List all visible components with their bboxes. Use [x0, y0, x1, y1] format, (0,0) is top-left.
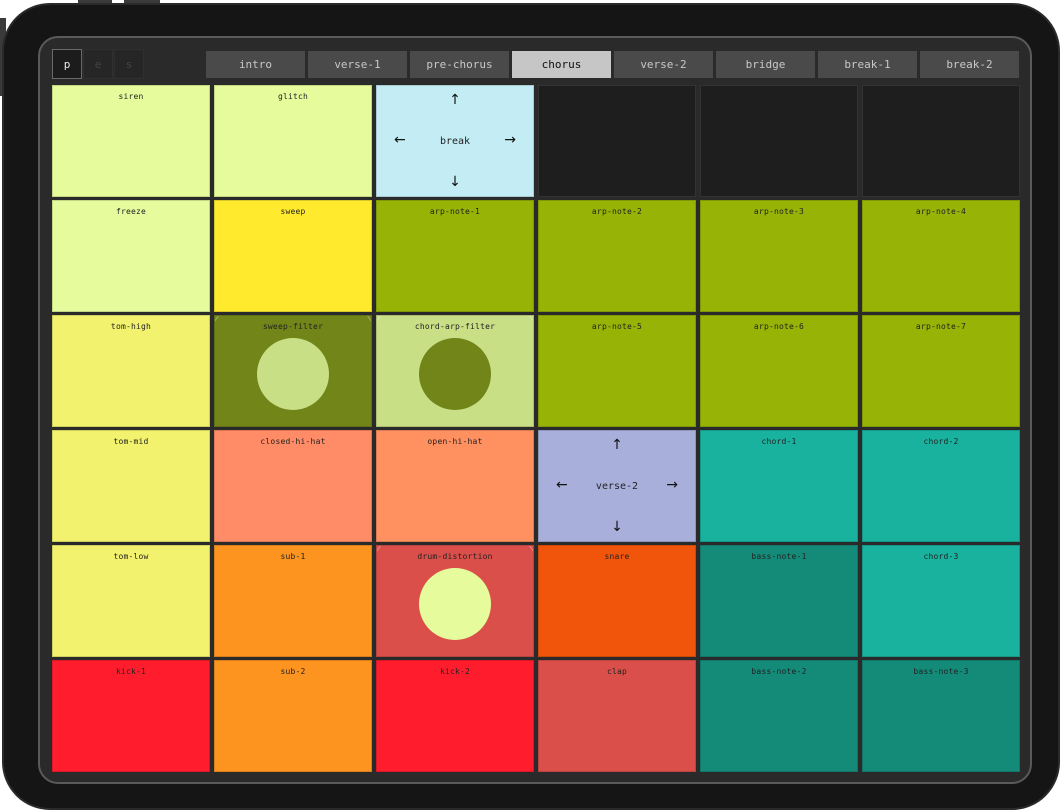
pad-arp-note-5[interactable]: arp-note-5: [538, 315, 696, 427]
pad-arp-note-2[interactable]: arp-note-2: [538, 200, 696, 312]
pad-label: sub-2: [280, 667, 306, 676]
scene-tab-verse-1[interactable]: verse-1: [308, 51, 407, 78]
pad-kick-2[interactable]: kick-2: [376, 660, 534, 772]
scene-tab-verse-2[interactable]: verse-2: [614, 51, 713, 78]
pad-snare[interactable]: snare: [538, 545, 696, 657]
scene-tab-break-2[interactable]: break-2: [920, 51, 1019, 78]
pad-label: kick-1: [115, 667, 147, 676]
pad-sub-2[interactable]: sub-2: [214, 660, 372, 772]
scene-tab-chorus[interactable]: chorus: [512, 51, 611, 78]
pad-chord-3[interactable]: chord-3: [862, 545, 1020, 657]
arrow-up-icon[interactable]: ↑: [539, 437, 695, 453]
pad-verse-2[interactable]: ↑ ↓ ← → verse-2: [538, 430, 696, 542]
pad-label: arp-note-6: [753, 322, 805, 331]
pad-label: arp-note-4: [915, 207, 967, 216]
knob-handle[interactable]: [419, 568, 491, 640]
pad-label: kick-2: [439, 667, 471, 676]
arrow-up-icon[interactable]: ↑: [377, 92, 533, 108]
pad-label: chord-2: [923, 437, 959, 446]
mode-selector: p e s: [52, 49, 145, 79]
pad-label: sweep: [280, 207, 306, 216]
pad-sweep-filter[interactable]: sweep-filter: [214, 315, 372, 427]
pad-bass-note-3[interactable]: bass-note-3: [862, 660, 1020, 772]
pad-arp-note-6[interactable]: arp-note-6: [700, 315, 858, 427]
pad-tom-low[interactable]: tom-low: [52, 545, 210, 657]
arrow-down-icon[interactable]: ↓: [539, 519, 695, 535]
pad-label: drum-distortion: [417, 552, 493, 561]
pad-label: chord-3: [923, 552, 959, 561]
pad-label: sweep-filter: [262, 322, 324, 331]
pad-label: arp-note-3: [753, 207, 805, 216]
pad-label: glitch: [277, 92, 309, 101]
empty-pad: [700, 85, 858, 197]
pad-arp-note-1[interactable]: arp-note-1: [376, 200, 534, 312]
pad-sweep[interactable]: sweep: [214, 200, 372, 312]
mode-p-button[interactable]: p: [52, 49, 82, 79]
pad-clap[interactable]: clap: [538, 660, 696, 772]
pad-label: chord-arp-filter: [414, 322, 496, 331]
mode-s-button[interactable]: s: [114, 49, 144, 79]
mode-e-button[interactable]: e: [83, 49, 113, 79]
screen: p e s intro verse-1 pre-chorus chorus ve…: [38, 36, 1032, 784]
pad-grid: siren glitch ↑ ↓ ← → break freeze sweep arp-note-…: [52, 85, 1020, 772]
pad-chord-2[interactable]: chord-2: [862, 430, 1020, 542]
pad-arp-note-4[interactable]: arp-note-4: [862, 200, 1020, 312]
scene-tab-pre-chorus[interactable]: pre-chorus: [410, 51, 509, 78]
pad-bass-note-2[interactable]: bass-note-2: [700, 660, 858, 772]
pad-label: siren: [118, 92, 144, 101]
scene-tab-break-1[interactable]: break-1: [818, 51, 917, 78]
pad-label: arp-note-7: [915, 322, 967, 331]
pad-label: snare: [604, 552, 630, 561]
pad-tom-high[interactable]: tom-high: [52, 315, 210, 427]
pad-open-hi-hat[interactable]: open-hi-hat: [376, 430, 534, 542]
pad-label: bass-note-1: [751, 552, 807, 561]
pad-label: bass-note-3: [913, 667, 969, 676]
nav-pad-label: verse-2: [595, 481, 639, 492]
pad-chord-arp-filter[interactable]: chord-arp-filter: [376, 315, 534, 427]
pad-label: freeze: [115, 207, 147, 216]
pad-label: open-hi-hat: [427, 437, 483, 446]
arrow-down-icon[interactable]: ↓: [377, 174, 533, 190]
pad-label: bass-note-2: [751, 667, 807, 676]
pad-arp-note-3[interactable]: arp-note-3: [700, 200, 858, 312]
pad-label: tom-low: [113, 552, 149, 561]
scene-tab-bridge[interactable]: bridge: [716, 51, 815, 78]
knob-handle[interactable]: [419, 338, 491, 410]
pad-label: clap: [606, 667, 628, 676]
pad-label: tom-mid: [113, 437, 149, 446]
pad-label: sub-1: [280, 552, 306, 561]
scene-tabs: intro verse-1 pre-chorus chorus verse-2 …: [206, 51, 1019, 78]
pad-freeze[interactable]: freeze: [52, 200, 210, 312]
pad-closed-hi-hat[interactable]: closed-hi-hat: [214, 430, 372, 542]
pad-chord-1[interactable]: chord-1: [700, 430, 858, 542]
empty-pad: [862, 85, 1020, 197]
scene-tab-intro[interactable]: intro: [206, 51, 305, 78]
pad-arp-note-7[interactable]: arp-note-7: [862, 315, 1020, 427]
tablet-frame: p e s intro verse-1 pre-chorus chorus ve…: [2, 3, 1060, 810]
knob-handle[interactable]: [257, 338, 329, 410]
pad-label: arp-note-5: [591, 322, 643, 331]
pad-label: tom-high: [110, 322, 152, 331]
empty-pad: [538, 85, 696, 197]
pad-break[interactable]: ↑ ↓ ← → break: [376, 85, 534, 197]
pad-kick-1[interactable]: kick-1: [52, 660, 210, 772]
pad-sub-1[interactable]: sub-1: [214, 545, 372, 657]
nav-pad-label: break: [439, 136, 471, 147]
pad-siren[interactable]: siren: [52, 85, 210, 197]
pad-glitch[interactable]: glitch: [214, 85, 372, 197]
pad-label: arp-note-1: [429, 207, 481, 216]
pad-bass-note-1[interactable]: bass-note-1: [700, 545, 858, 657]
pad-label: chord-1: [761, 437, 797, 446]
pad-drum-distortion[interactable]: drum-distortion: [376, 545, 534, 657]
pad-tom-mid[interactable]: tom-mid: [52, 430, 210, 542]
pad-label: closed-hi-hat: [260, 437, 326, 446]
pad-label: arp-note-2: [591, 207, 643, 216]
